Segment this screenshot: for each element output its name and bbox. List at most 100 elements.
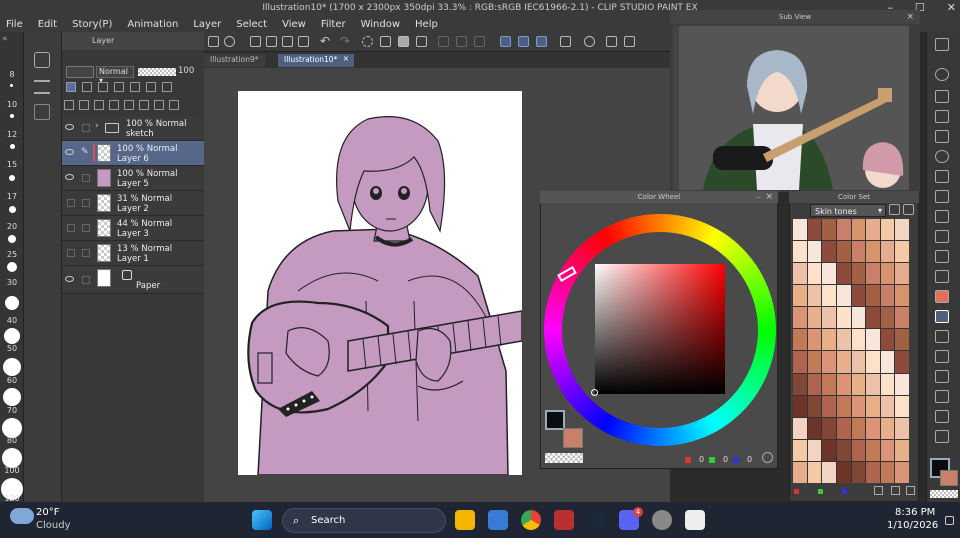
color-swatch[interactable] [851,373,866,395]
decoration-icon[interactable] [935,290,949,303]
clear-selection-icon[interactable] [362,36,373,47]
color-swatch[interactable] [793,241,807,263]
color-swatch[interactable] [866,417,880,439]
close-icon[interactable]: × [906,10,914,24]
layer-select-checkbox[interactable] [82,276,90,284]
color-swatch[interactable] [895,395,909,417]
color-swatch[interactable] [836,417,851,439]
panel-menu-icon[interactable] [935,38,949,51]
operation-icon[interactable] [935,110,949,123]
color-swatch[interactable] [807,461,822,483]
color-set-dropdown[interactable]: Skin tones ▾ [810,204,886,217]
reference-icon[interactable] [82,82,92,92]
color-swatch[interactable] [793,307,807,329]
color-swatch[interactable] [851,461,866,483]
layer-row-paper[interactable]: Paper [62,266,204,294]
clip-studio-paint-icon[interactable] [685,510,705,530]
figure-icon[interactable] [935,390,949,403]
layer-select-checkbox[interactable] [82,199,90,207]
layer-row-layer5[interactable]: 100 % Normal Layer 5 [62,166,204,191]
export-icon[interactable] [298,36,309,47]
color-swatch[interactable] [822,351,836,373]
new-folder-icon[interactable] [94,100,104,110]
special-ruler-snap-icon[interactable] [518,36,529,47]
photos-icon[interactable] [488,510,508,530]
color-swatch[interactable] [807,263,822,285]
undo-icon[interactable]: ↶ [320,34,330,48]
color-swatch[interactable] [880,219,895,241]
color-swatch[interactable] [866,373,880,395]
color-swatch[interactable] [880,351,895,373]
clock-time[interactable]: 8:36 PM [895,507,935,518]
eraser-icon[interactable] [935,310,949,323]
color-swatch[interactable] [880,417,895,439]
color-swatch[interactable] [866,351,880,373]
visibility-checkbox[interactable] [67,224,75,232]
lasso-icon[interactable] [935,150,949,163]
weather-condition[interactable]: Cloudy [36,520,70,531]
menu-layer[interactable]: Layer [193,19,221,30]
notifications-bell-icon[interactable] [945,516,954,525]
mask-icon[interactable] [146,82,156,92]
clip-icon[interactable] [66,82,76,92]
airbrush-icon[interactable] [935,270,949,283]
layer-row-layer2[interactable]: 31 % Normal Layer 2 [62,191,204,216]
eye-icon[interactable] [65,149,74,155]
invert-icon[interactable] [474,36,485,47]
clear-icon[interactable] [380,36,391,47]
color-swatch[interactable] [880,461,895,483]
color-swatch[interactable] [880,285,895,307]
brush-size-12[interactable]: 12 [0,130,24,139]
transfer-down-icon[interactable] [109,100,119,110]
weather-temperature[interactable]: 20°F [36,507,59,518]
brush-size-40[interactable]: 40 [0,316,24,325]
color-swatch[interactable] [880,329,895,351]
brush-icon[interactable] [935,250,949,263]
color-swatch[interactable] [822,285,836,307]
color-swatch[interactable] [866,461,880,483]
color-swatch[interactable] [895,373,909,395]
color-swatch[interactable] [851,219,866,241]
clip-studio-launcher-icon[interactable] [652,510,672,530]
close-button[interactable]: ✕ [947,0,956,16]
color-swatch[interactable] [866,241,880,263]
color-swatch[interactable] [793,329,807,351]
color-swatch[interactable] [807,373,822,395]
color-swatch[interactable] [793,373,807,395]
open-icon[interactable] [266,36,277,47]
tool-sub-color[interactable] [940,470,958,486]
color-swatch[interactable] [822,219,836,241]
pen-tool-icon[interactable] [34,104,50,120]
color-swatch[interactable] [822,373,836,395]
clock-date[interactable]: 1/10/2026 [887,520,938,531]
menu-edit[interactable]: Edit [38,19,57,30]
color-swatch[interactable] [822,395,836,417]
color-swatch[interactable] [895,307,909,329]
delete-layer-icon[interactable] [169,100,179,110]
chrome-icon[interactable] [521,510,541,530]
color-swatch[interactable] [866,263,880,285]
brush-size-10[interactable]: 10 [0,100,24,109]
layer-select-checkbox[interactable] [82,224,90,232]
brush-size-50[interactable]: 50 [0,344,24,353]
color-swatch[interactable] [866,285,880,307]
color-swatch[interactable] [866,395,880,417]
color-swatch[interactable] [895,329,909,351]
color-swatch[interactable] [866,329,880,351]
color-swatch[interactable] [836,373,851,395]
opacity-value[interactable]: 100 [178,66,194,76]
opacity-slider[interactable] [138,68,176,76]
color-swatch[interactable] [836,461,851,483]
transparent-color-swatch[interactable] [545,453,583,463]
color-swatch[interactable] [895,417,909,439]
color-swatch[interactable] [793,219,807,241]
brush-size-30[interactable]: 30 [0,278,24,287]
color-swatch[interactable] [807,417,822,439]
help-icon[interactable] [584,36,595,47]
color-swatch[interactable] [836,351,851,373]
eye-icon[interactable] [65,174,74,180]
new-raster-layer-icon[interactable] [64,100,74,110]
device-icon[interactable] [560,36,571,47]
menu-window[interactable]: Window [361,19,400,30]
color-swatch[interactable] [880,373,895,395]
